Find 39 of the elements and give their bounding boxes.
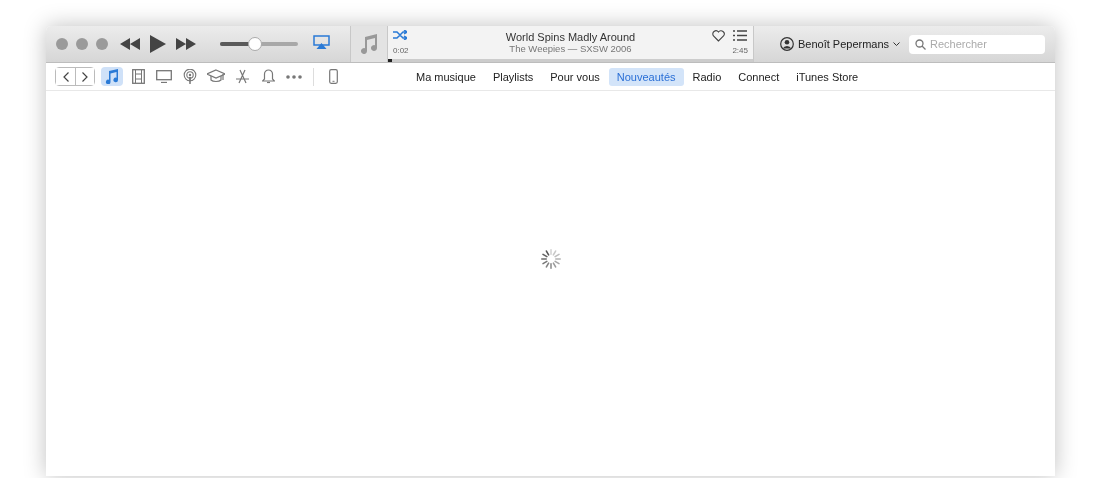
music-note-icon <box>105 69 119 84</box>
person-icon <box>780 37 794 51</box>
track-artist: The Weepies — SXSW 2006 <box>508 43 633 54</box>
play-icon[interactable] <box>150 35 166 53</box>
shuffle-icon[interactable] <box>393 30 407 40</box>
bell-icon <box>261 69 275 84</box>
forward-button[interactable] <box>75 68 94 85</box>
heart-icon[interactable] <box>712 30 725 42</box>
track-title: World Spins Madly Around <box>504 31 637 43</box>
chevron-down-icon <box>893 41 901 47</box>
elapsed-time: 0:02 <box>393 46 409 55</box>
more-icon <box>286 74 302 79</box>
chevron-left-icon <box>62 71 69 82</box>
nav-tab[interactable]: Ma musique <box>408 67 484 86</box>
slider-thumb[interactable] <box>248 37 263 51</box>
nav-tab[interactable]: Nouveautés <box>608 67 684 86</box>
total-time: 2:45 <box>732 46 748 55</box>
nav-tab[interactable]: Pour vous <box>542 67 608 86</box>
music-note-icon <box>360 34 378 54</box>
account-button[interactable]: Benoît Pepermans <box>774 36 907 52</box>
graduation-cap-icon <box>207 69 225 84</box>
app-store-icon <box>234 69 250 84</box>
monitor-tab[interactable] <box>153 67 175 86</box>
nav-tab[interactable]: iTunes Store <box>788 67 867 86</box>
nav-tab[interactable]: Playlists <box>484 67 542 86</box>
list-icon[interactable] <box>733 30 747 41</box>
film-icon <box>131 69 145 84</box>
fast-forward-icon[interactable] <box>176 38 196 50</box>
phone-icon <box>328 69 338 84</box>
chevron-right-icon <box>82 71 88 82</box>
podcast-icon <box>183 69 197 84</box>
nav-tab[interactable]: Radio <box>684 67 730 86</box>
airplay-icon[interactable] <box>313 35 330 49</box>
nav-tab[interactable]: Connect <box>730 67 788 86</box>
monitor-icon <box>156 70 172 83</box>
volume-slider[interactable] <box>220 37 298 51</box>
music-note-tab[interactable] <box>101 67 123 86</box>
rewind-icon[interactable] <box>120 38 140 50</box>
search-field[interactable]: Rechercher <box>909 34 1045 54</box>
